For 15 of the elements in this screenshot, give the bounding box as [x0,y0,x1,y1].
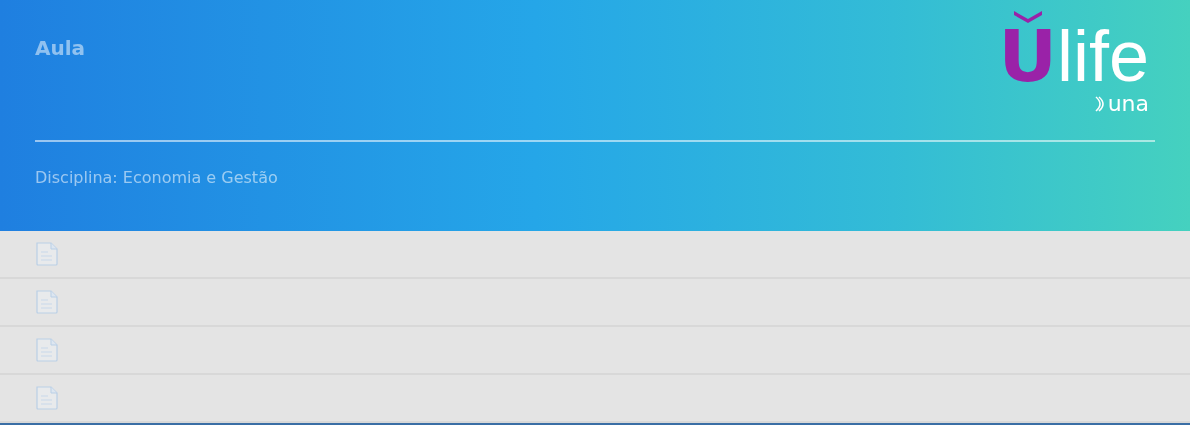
document-icon [35,241,59,267]
chevron-icon [1012,10,1043,24]
list-row[interactable] [0,279,1190,327]
page-title: Aula [35,36,86,60]
list-row[interactable] [0,231,1190,279]
document-icon [35,385,59,411]
logo-letter: U [998,18,1057,94]
list-row[interactable] [0,375,1190,423]
logo-subtext: una [1107,92,1149,116]
discipline-label: Disciplina: Economia e Gestão [35,168,279,187]
chevron-icon [1094,96,1105,112]
document-icon [35,337,59,363]
list-row[interactable] [0,327,1190,375]
logo-text: life [1056,18,1149,94]
document-icon [35,289,59,315]
